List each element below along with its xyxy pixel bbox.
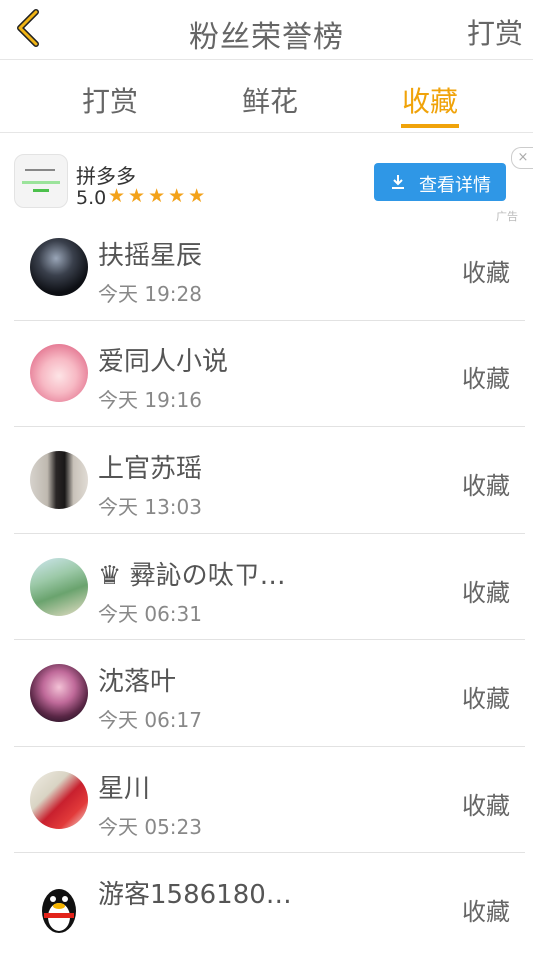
tab-bar: 打赏 鲜花 收藏 (0, 60, 533, 132)
avatar (30, 344, 88, 402)
active-tab-indicator (401, 124, 459, 128)
divider (14, 533, 525, 534)
reward-button[interactable]: 打赏 (467, 12, 523, 52)
fan-time: 今天 05:23 (98, 815, 202, 839)
list-item[interactable]: ♛ 彛訫の呔ㄗ… 今天 06:31 收藏 (0, 535, 533, 641)
fan-action: 收藏 (462, 792, 510, 820)
fan-name: 星川 (98, 774, 151, 804)
fan-action: 收藏 (462, 365, 510, 393)
fan-time: 今天 06:17 (98, 708, 202, 732)
list-item[interactable]: 爱同人小说 今天 19:16 收藏 (0, 321, 533, 427)
divider (14, 639, 525, 640)
fan-action: 收藏 (462, 259, 510, 287)
avatar (30, 238, 88, 296)
app-logo (14, 154, 68, 208)
tab-reward[interactable]: 打赏 (50, 80, 170, 120)
fan-name: ♛ 彛訫の呔ㄗ… (98, 561, 286, 591)
list-item[interactable]: 游客1586180… 收藏 (0, 854, 533, 960)
avatar (30, 451, 88, 509)
avatar (30, 771, 88, 829)
divider (14, 852, 525, 853)
fan-time: 今天 19:28 (98, 282, 202, 306)
divider (14, 426, 525, 427)
view-details-button[interactable]: 查看详情 (374, 163, 506, 201)
fan-name: 扶摇星辰 (98, 241, 203, 271)
avatar (30, 558, 88, 616)
ad-rating: 5.0 (76, 187, 107, 209)
list-item[interactable]: 上官苏瑶 今天 13:03 收藏 (0, 428, 533, 534)
fan-action: 收藏 (462, 579, 510, 607)
top-bar: 粉丝荣誉榜 打赏 (0, 0, 533, 58)
page-title: 粉丝荣誉榜 (189, 20, 344, 55)
avatar (30, 664, 88, 722)
fan-action: 收藏 (462, 685, 510, 713)
fan-time: 今天 13:03 (98, 495, 202, 519)
rating-stars: ★★★★★ (108, 185, 209, 207)
fan-name: 爱同人小说 (98, 347, 229, 377)
fan-action: 收藏 (462, 898, 510, 926)
ad-banner[interactable]: 拼多多 5.0 ★★★★★ 查看详情 (0, 140, 533, 220)
tab-favorites[interactable]: 收藏 (370, 80, 490, 120)
fan-action: 收藏 (462, 472, 510, 500)
fan-time: 今天 19:16 (98, 388, 202, 412)
fan-name: 上官苏瑶 (98, 454, 203, 484)
list-item[interactable]: 星川 今天 05:23 收藏 (0, 748, 533, 854)
fan-name: 游客1586180… (98, 880, 292, 910)
penguin-avatar-icon (30, 877, 88, 935)
ad-close-icon[interactable]: × (511, 147, 533, 169)
fan-name: 沈落叶 (98, 667, 177, 697)
list-item[interactable]: 扶摇星辰 今天 19:28 收藏 (0, 215, 533, 321)
view-details-label: 查看详情 (419, 175, 491, 196)
list-item[interactable]: 沈落叶 今天 06:17 收藏 (0, 641, 533, 747)
divider (14, 746, 525, 747)
fan-time: 今天 06:31 (98, 602, 202, 626)
download-icon (392, 175, 404, 189)
divider (0, 132, 533, 133)
tab-flowers[interactable]: 鲜花 (210, 80, 330, 120)
